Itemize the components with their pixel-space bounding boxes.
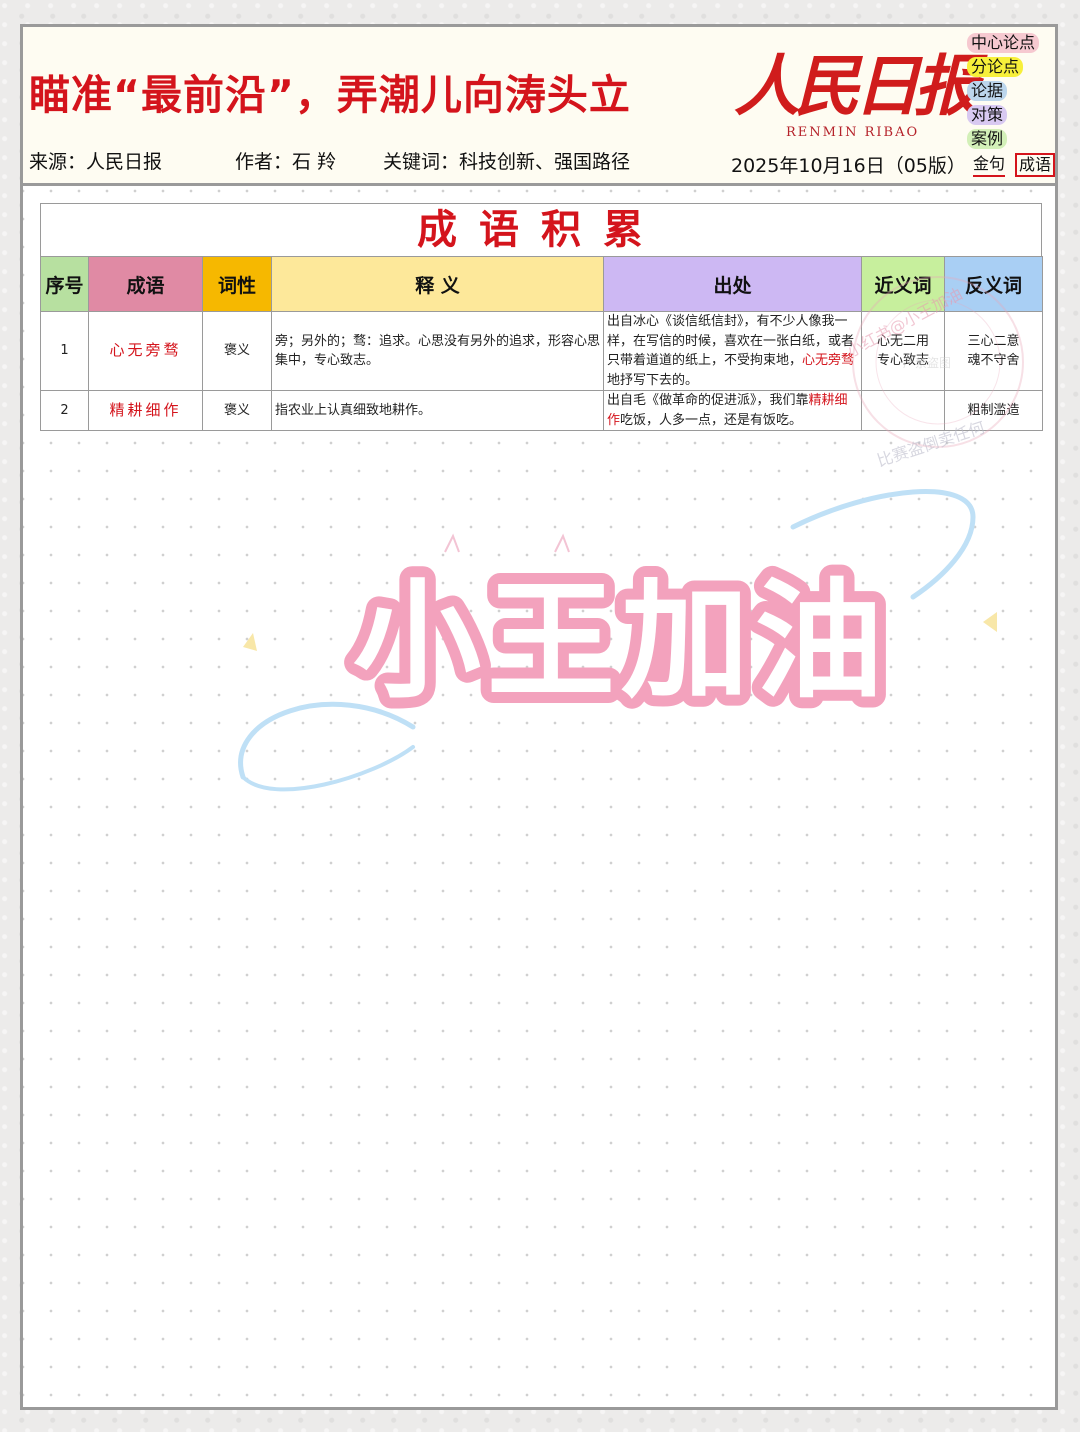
tag-sub-points: 分论点 bbox=[967, 57, 1024, 77]
row-antonym: 三心二意 魂不守舍 bbox=[944, 311, 1043, 391]
col-header-synonym: 近义词 bbox=[861, 256, 945, 312]
idiom-table: 成语积累 序号 成语 词性 释 义 出处 近义词 反义词 1 心无旁骛 褒义 旁… bbox=[40, 203, 1043, 431]
author-label: 作者：石 羚 bbox=[235, 151, 337, 173]
synonym-2: 专心致志 bbox=[876, 353, 929, 368]
col-header-idiom: 成语 bbox=[88, 256, 203, 312]
row-pos: 褒义 bbox=[202, 311, 272, 391]
swoosh-left-tail bbox=[241, 745, 415, 792]
row-synonym bbox=[861, 390, 945, 431]
cheer-text: 小王加油 bbox=[353, 567, 889, 716]
logo-wordmark: 人民日报 bbox=[734, 47, 980, 125]
col-header-source: 出处 bbox=[603, 256, 862, 312]
tag-golden-sentence: 金句 bbox=[973, 153, 1006, 177]
table-row: 2 精耕细作 褒义 指农业上认真细致地耕作。 出自毛《做革命的促进派》，我们靠精… bbox=[40, 390, 1043, 431]
sparkle-left-icon bbox=[243, 633, 257, 651]
table-row: 1 心无旁骛 褒义 旁；另外的；骛：追求。心思没有另外的追求，形容心思集中，专心… bbox=[40, 311, 1043, 391]
row-pos: 褒义 bbox=[202, 390, 272, 431]
source-highlight: 心无旁骛 bbox=[802, 353, 855, 368]
row-no: 1 bbox=[40, 311, 89, 391]
row-idiom: 精耕细作 bbox=[88, 390, 203, 431]
tag-center-point: 中心论点 bbox=[967, 33, 1040, 53]
source-text: 出自毛《做革命的促进派》，我们靠 bbox=[607, 393, 809, 408]
article-title: 瞄准“最前沿”，弄潮儿向涛头立 bbox=[29, 71, 631, 119]
row-synonym: 心无二用 专心致志 bbox=[861, 311, 945, 391]
col-header-pos: 词性 bbox=[202, 256, 272, 312]
keywords-label: 关键词：科技创新、强国路径 bbox=[383, 151, 631, 173]
col-header-antonym: 反义词 bbox=[944, 256, 1043, 312]
tag-idioms: 成语 bbox=[1015, 153, 1056, 177]
col-header-no: 序号 bbox=[40, 256, 89, 312]
row-meaning: 指农业上认真细致地耕作。 bbox=[271, 390, 604, 431]
antonym-2: 魂不守舍 bbox=[967, 353, 1020, 368]
sparkle-right-icon bbox=[983, 612, 997, 632]
antonym-1: 三心二意 bbox=[967, 333, 1020, 349]
table-title: 成语积累 bbox=[40, 203, 1042, 256]
legend-tags: 中心论点 分论点 论据 对策 案例 金句 成语 bbox=[967, 31, 1057, 181]
col-header-meaning: 释 义 bbox=[271, 256, 604, 312]
row-idiom: 心无旁骛 bbox=[88, 311, 203, 391]
antonym-1: 粗制滥造 bbox=[967, 402, 1020, 418]
table-header-row: 序号 成语 词性 释 义 出处 近义词 反义词 bbox=[40, 256, 1043, 312]
source-text-end: 地抒写下去的。 bbox=[607, 372, 699, 388]
article-header: 瞄准“最前沿”，弄潮儿向涛头立 来源：人民日报 作者：石 羚 关键词：科技创新、… bbox=[23, 27, 1057, 186]
source-label: 来源：人民日报 bbox=[29, 151, 163, 173]
row-antonym: 粗制滥造 bbox=[944, 390, 1043, 431]
tag-evidence: 论据 bbox=[967, 81, 1008, 101]
document-sheet: 瞄准“最前沿”，弄潮儿向涛头立 来源：人民日报 作者：石 羚 关键词：科技创新、… bbox=[20, 24, 1058, 1410]
cat-ear-left-icon bbox=[444, 533, 460, 553]
synonym-1: 心无二用 bbox=[876, 333, 929, 349]
row-source: 出自毛《做革命的促进派》，我们靠精耕细作吃饭，人多一点，还是有饭吃。 bbox=[603, 390, 862, 431]
publish-date: 2025年10月16日（05版） bbox=[731, 155, 966, 177]
tag-cases: 案例 bbox=[967, 129, 1008, 149]
cat-ear-right-icon bbox=[554, 533, 570, 553]
row-source: 出自冰心《谈信纸信封》，有不少人像我一样，在写信的时候，喜欢在一张白纸，或者只带… bbox=[603, 311, 862, 391]
row-no: 2 bbox=[40, 390, 89, 431]
source-text-end: 吃饭，人多一点，还是有饭吃。 bbox=[620, 412, 803, 428]
tag-measures: 对策 bbox=[967, 105, 1008, 125]
row-meaning: 旁；另外的；骛：追求。心思没有另外的追求，形容心思集中，专心致志。 bbox=[271, 311, 604, 391]
newspaper-logo: 人民日报 RENMIN RIBAO bbox=[728, 33, 980, 145]
cheer-sticker: 小王加油 bbox=[238, 489, 997, 792]
logo-subtitle: RENMIN RIBAO bbox=[786, 125, 920, 140]
